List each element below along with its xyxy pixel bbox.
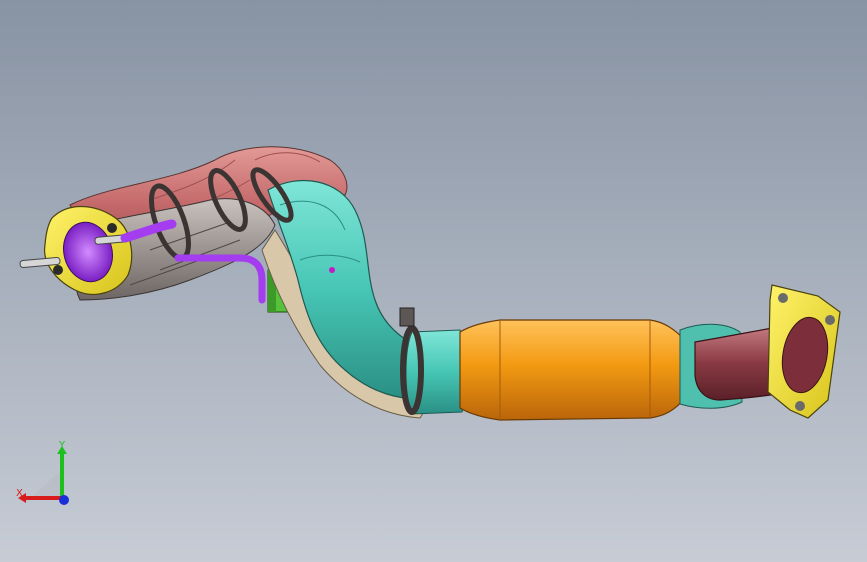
triad-base-plane	[30, 470, 62, 498]
x-axis-label: X	[16, 488, 23, 499]
sensor-port-dot	[329, 267, 335, 273]
exhaust-pipe-model[interactable]	[0, 0, 867, 562]
flange-bolt-hole	[53, 265, 63, 275]
flange-bolt-hole	[795, 401, 805, 411]
rear-flange[interactable]	[767, 284, 841, 419]
clamp-bolt	[399, 307, 415, 327]
catalytic-converter[interactable]	[459, 319, 686, 421]
y-axis-label: Y	[58, 440, 66, 451]
flange-bolt-hole	[107, 223, 117, 233]
flange-bolt-hole	[825, 315, 835, 325]
coordinate-triad: X Y	[16, 440, 69, 505]
flange-bolt-hole	[778, 293, 788, 303]
cad-viewport[interactable]: X Y	[0, 0, 867, 562]
z-axis-dot	[59, 495, 69, 505]
